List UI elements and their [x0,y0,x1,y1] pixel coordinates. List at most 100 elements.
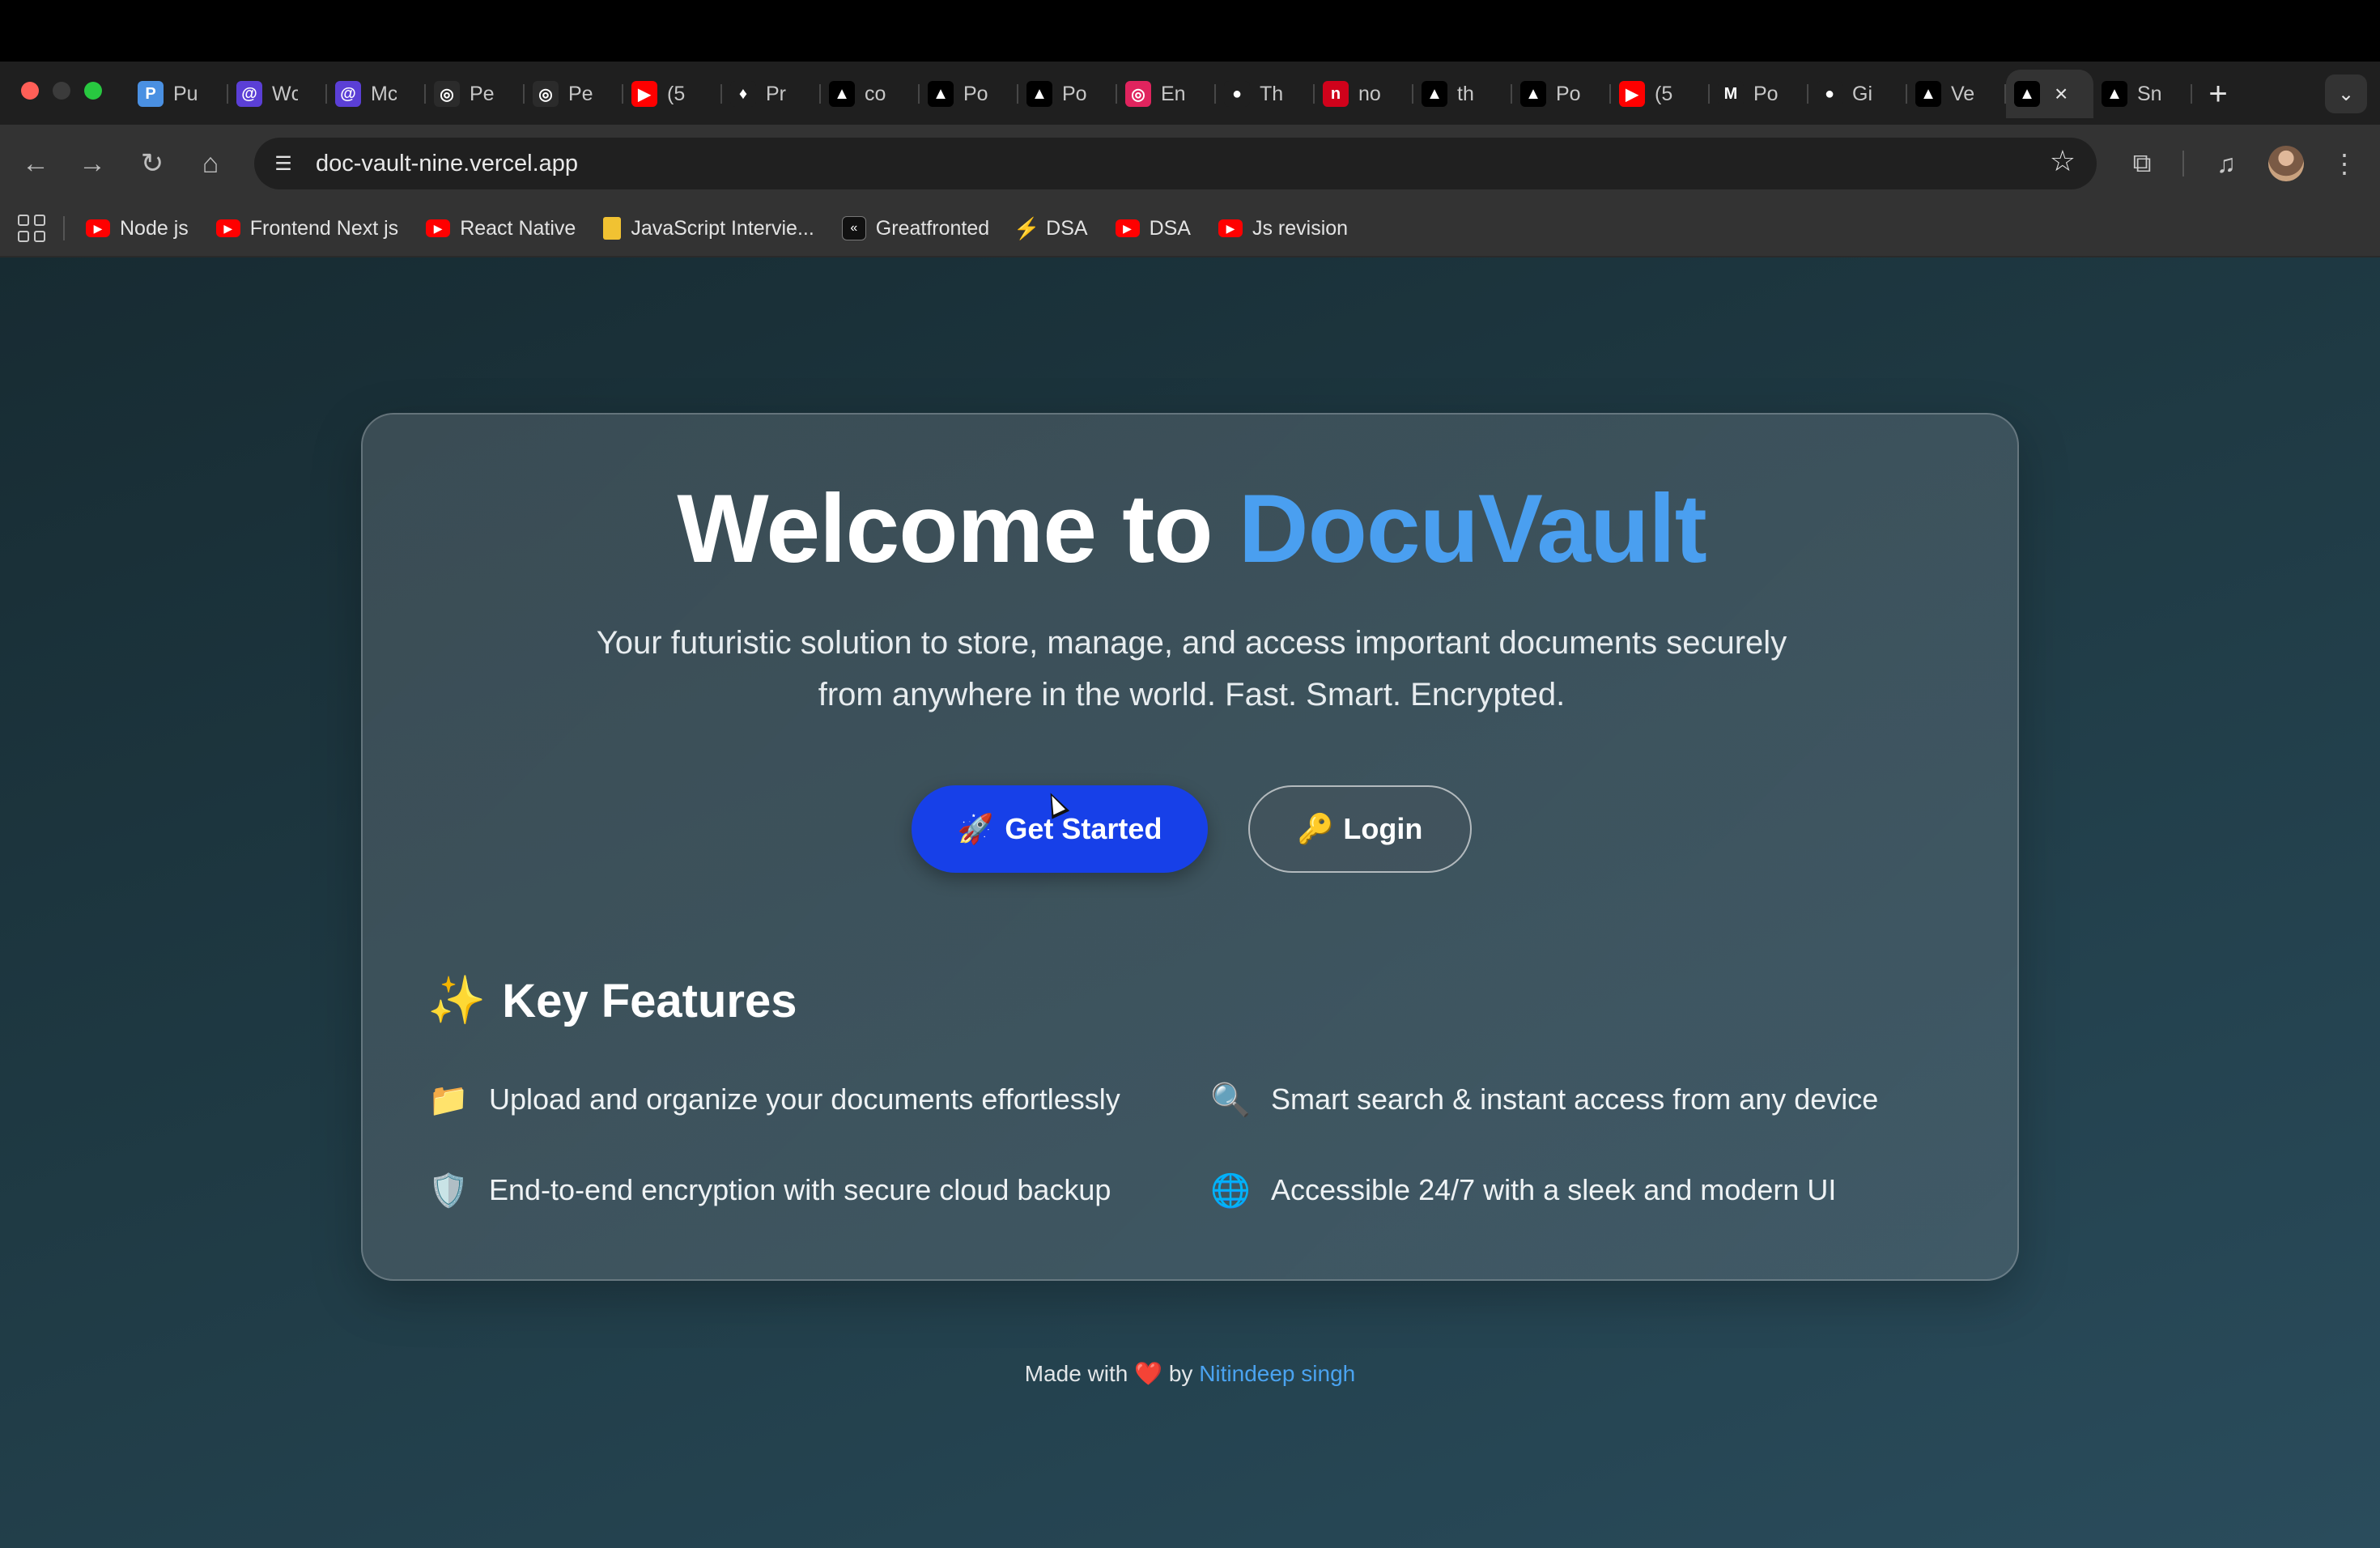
macos-menu-bar [0,0,2380,62]
profile-avatar[interactable] [2268,146,2304,181]
new-tab-button[interactable]: + [2199,74,2238,113]
heart-icon: ❤️ [1134,1361,1163,1386]
tab-favicon-icon: P [138,81,164,107]
feature-text: Accessible 24/7 with a sleek and modern … [1271,1173,1837,1206]
browser-tab[interactable]: ◎ En [1117,70,1216,118]
tab-favicon-icon: ▲ [1915,81,1941,107]
bookmark-item[interactable]: JavaScript Intervie... [603,217,814,240]
bookmark-item[interactable]: ⚡ DSA [1014,216,1088,240]
browser-tab[interactable]: ▲ Po [1018,70,1117,118]
hero-subtitle: Your futuristic solution to store, manag… [596,625,1787,712]
browser-tab[interactable]: ◎ Pe [525,70,623,118]
bookmark-item[interactable]: ▶ Node js [86,217,189,240]
youtube-icon: ▶ [1115,219,1140,237]
back-icon[interactable]: ← [16,144,55,183]
tab-title: (5 [1655,82,1673,105]
browser-tab[interactable]: ▶ (5 [623,70,722,118]
browser-tab[interactable]: ▲ co [821,70,920,118]
browser-tab[interactable]: ▲ Po [920,70,1018,118]
bookmark-item[interactable]: ▶ React Native [426,217,576,240]
toolbar-divider [2182,151,2184,176]
address-url[interactable]: doc-vault-nine.vercel.app [316,151,578,177]
bookmark-list: ▶ Node js ▶ Frontend Next js ▶ React Native Ja… [86,216,1375,240]
extensions-icon[interactable]: ⧉ [2123,144,2161,183]
bookmark-item[interactable]: ▶ Frontend Next js [215,216,399,240]
folder-icon: 📁 [428,1082,469,1118]
browser-tab[interactable]: M Po [1710,70,1808,118]
tab-title: Sn [2137,82,2162,105]
browser-tab[interactable]: ▶ (5 [1611,70,1710,118]
author-link[interactable]: Nitindeep singh [1199,1361,1355,1386]
tab-favicon-icon: ▲ [1520,81,1546,107]
browser-tab[interactable]: ▲ Sn [2093,70,2192,118]
forward-icon[interactable]: → [73,144,112,183]
browser-tab[interactable]: ▲ Po [1512,70,1611,118]
maximize-window-button[interactable] [84,82,102,100]
tab-favicon-icon: ▲ [2102,81,2127,107]
bookmark-star-icon[interactable]: ☆ [2050,144,2076,178]
tab-title: Pe [470,82,495,105]
browser-tab[interactable]: P Pu [130,70,228,118]
minimize-window-button[interactable] [53,82,70,100]
shield-icon: 🛡️ [428,1172,469,1209]
browser-tab[interactable]: ◎ Pe [426,70,525,118]
tab-title: (5 [667,82,686,105]
get-started-label: Get Started [1005,812,1162,845]
footer-by: by [1168,1361,1193,1386]
browser-tab[interactable]: ● Th [1216,70,1315,118]
footer: Made with ❤️ by Nitindeep singh [0,1360,2380,1387]
tab-favicon-icon: ● [1224,81,1250,107]
site-settings-icon[interactable]: ☰ [266,146,301,181]
browser-tab[interactable]: ● Gi [1808,70,1907,118]
browser-tab[interactable]: ♦ Pr [722,70,821,118]
bookmark-item[interactable]: « Greatfronted [841,216,989,240]
login-button[interactable]: 🔑 Login [1248,785,1472,873]
bookmark-label: DSA [1046,216,1088,240]
footer-prefix: Made with [1024,1361,1128,1386]
sparkles-icon: ✨ [427,974,487,1027]
feature-text: Upload and organize your documents effor… [489,1082,1120,1116]
tab-title: Po [1556,82,1581,105]
bookmark-label: Node js [120,216,189,240]
more-menu-icon[interactable]: ⋮ [2325,144,2364,183]
tab-title: Wc [272,82,298,105]
greatfrontend-icon: « [841,216,866,240]
browser-tab[interactable]: ▲ th [1413,70,1512,118]
page-viewport: Welcome to DocuVault Your futuristic sol… [0,257,2380,1548]
magnifier-icon: 🔍 [1210,1082,1251,1118]
tab-title: Po [963,82,988,105]
media-controls-icon[interactable]: ♫ [2207,144,2246,183]
bookmark-label: JavaScript Intervie... [631,216,814,240]
browser-tab[interactable]: @ Wc [228,70,327,118]
active-browser-tab[interactable]: ▲ × [2006,70,2093,118]
browser-tab[interactable]: n no [1315,70,1413,118]
browser-tab[interactable]: @ Mc [327,70,426,118]
tab-title: Pe [568,82,593,105]
tab-title: Pr [766,82,786,105]
tab-favicon-icon: @ [236,81,262,107]
youtube-icon: ▶ [426,219,451,237]
bookmark-item[interactable]: ▶ DSA [1115,217,1191,240]
key-icon: 🔑 [1297,812,1334,845]
bookmark-label: Js revision [1252,216,1349,240]
feature-encryption: 🛡️ End-to-end encryption with secure clo… [428,1171,1111,1210]
tab-title: Pu [173,82,198,105]
home-icon[interactable]: ⌂ [191,144,230,183]
bookmark-item[interactable]: ▶ Js revision [1218,217,1348,240]
tab-favicon-icon: ▲ [1026,81,1052,107]
feature-text: Smart search & instant access from any d… [1271,1082,1879,1116]
close-window-button[interactable] [21,82,39,100]
address-bar[interactable]: ☰ doc-vault-nine.vercel.app ☆ [254,138,2097,189]
apps-grid-icon[interactable] [18,215,45,242]
tab-favicon-icon: ▲ [928,81,954,107]
bookmark-label: Frontend Next js [249,216,399,240]
tab-title: Po [1062,82,1087,105]
tab-search-button[interactable]: ⌄ [2325,74,2367,113]
tab-title: co [865,82,886,105]
tab-title: En [1161,82,1186,105]
reload-icon[interactable]: ↻ [133,144,172,183]
hero-brand: DocuVault [1238,474,1707,583]
tab-favicon-icon: ● [1817,81,1842,107]
close-tab-icon[interactable]: × [2055,81,2068,107]
browser-tab[interactable]: ▲ Ve [1907,70,2006,118]
